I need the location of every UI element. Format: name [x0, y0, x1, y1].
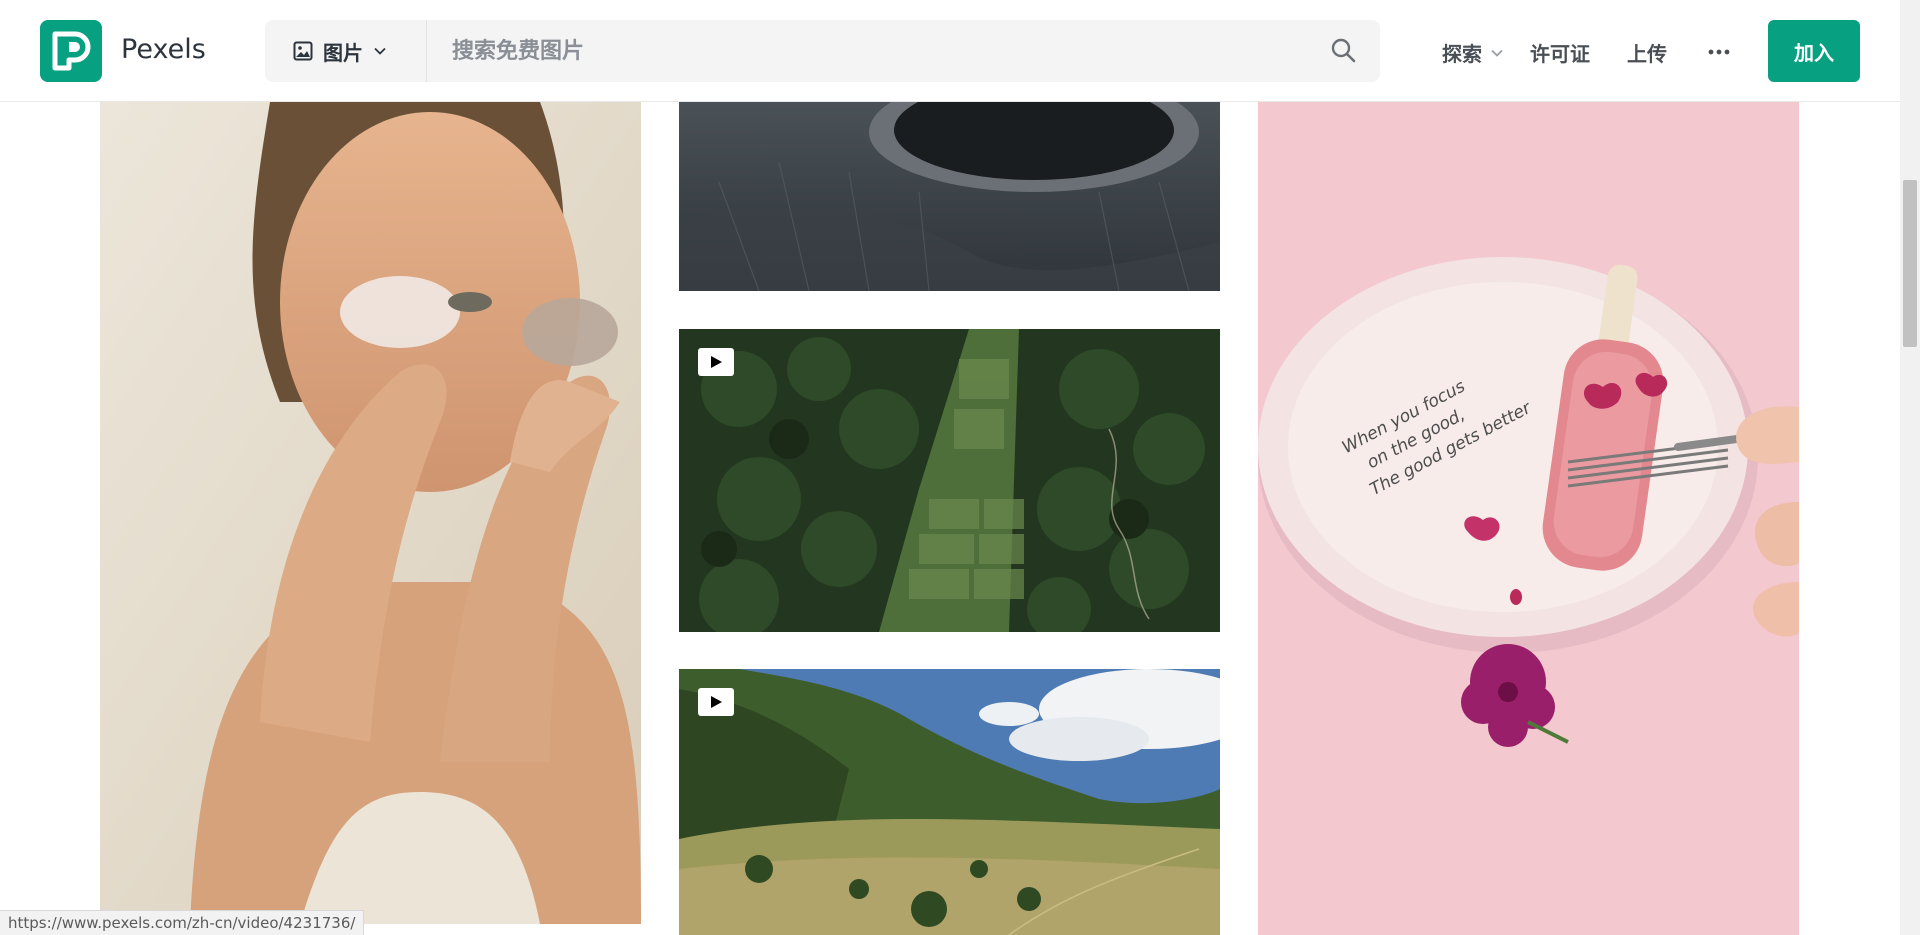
- image-icon: [293, 41, 313, 61]
- chevron-down-icon: [374, 47, 386, 55]
- video-rice-field-aerial[interactable]: [679, 329, 1220, 632]
- top-navigation-bar: Pexels 图片 探索 许可证 上传: [0, 0, 1900, 102]
- photo-image: When you focus on the good, The good get…: [1258, 102, 1799, 935]
- video-mountain-valley[interactable]: [679, 669, 1220, 935]
- scrollbar-thumb[interactable]: [1903, 180, 1917, 347]
- search-icon: [1331, 38, 1356, 63]
- chevron-down-icon: [1491, 49, 1503, 57]
- photo-image: [679, 102, 1220, 291]
- photo-volcano-crater[interactable]: [679, 102, 1220, 291]
- video-thumbnail: [679, 669, 1220, 935]
- more-dots-icon: [1708, 49, 1730, 55]
- video-thumbnail: [679, 329, 1220, 632]
- nav-upload-link[interactable]: 上传: [1627, 38, 1667, 67]
- search-bar: 图片: [265, 20, 1380, 82]
- brand-name[interactable]: Pexels: [121, 34, 206, 65]
- play-icon: [711, 696, 722, 708]
- status-bar-url: https://www.pexels.com/zh-cn/video/42317…: [0, 910, 365, 935]
- photo-image: [100, 102, 641, 924]
- search-input[interactable]: [428, 20, 1308, 82]
- search-submit-button[interactable]: [1329, 36, 1359, 66]
- nav-license-link[interactable]: 许可证: [1530, 38, 1590, 67]
- photo-pink-popsicle-plate[interactable]: When you focus on the good, The good get…: [1258, 102, 1799, 935]
- page-scrollbar[interactable]: [1900, 0, 1920, 935]
- search-type-label: 图片: [323, 40, 363, 65]
- photo-woman-eye-patches[interactable]: [100, 102, 641, 924]
- video-badge: [698, 348, 734, 376]
- nav-explore-label: 探索: [1442, 42, 1482, 66]
- pexels-logo[interactable]: [40, 20, 102, 82]
- play-icon: [711, 356, 722, 368]
- pexels-logo-icon: [52, 31, 91, 71]
- join-button[interactable]: 加入: [1768, 20, 1860, 82]
- search-type-dropdown[interactable]: 图片: [265, 20, 427, 82]
- video-badge: [698, 688, 734, 716]
- nav-explore-dropdown[interactable]: 探索: [1442, 38, 1504, 67]
- more-menu-button[interactable]: [1707, 40, 1731, 64]
